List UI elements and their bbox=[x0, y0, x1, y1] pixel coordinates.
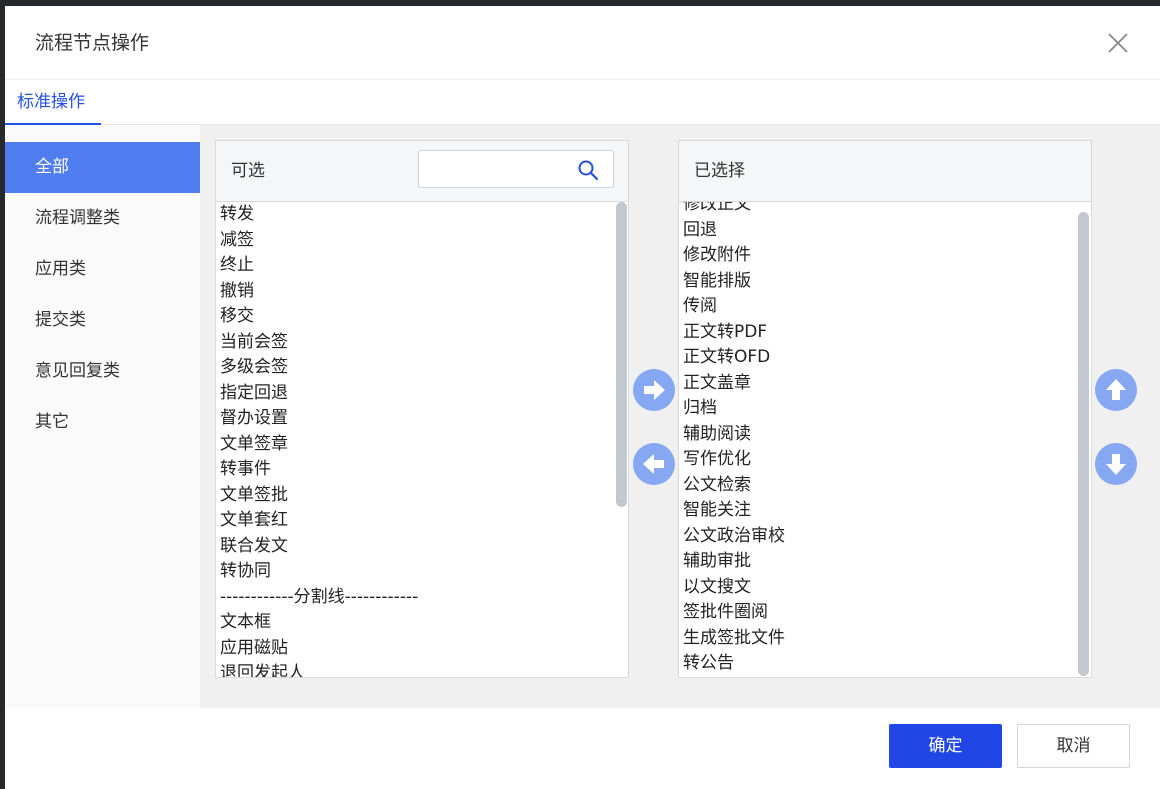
sidebar-item-application[interactable]: 应用类 bbox=[5, 244, 200, 295]
list-item[interactable]: 生成签批文件 bbox=[683, 626, 785, 652]
list-item[interactable]: 应用磁贴 bbox=[220, 636, 418, 662]
sidebar-item-other[interactable]: 其它 bbox=[5, 397, 200, 448]
sidebar-item-flow-adjust[interactable]: 流程调整类 bbox=[5, 193, 200, 244]
list-item[interactable]: 写作优化 bbox=[683, 447, 785, 473]
search-icon[interactable] bbox=[577, 159, 599, 181]
sidebar-item-all[interactable]: 全部 bbox=[5, 142, 200, 193]
selected-scrollbar[interactable] bbox=[1078, 212, 1089, 676]
list-item[interactable]: 签批件圈阅 bbox=[683, 600, 785, 626]
list-item[interactable]: 公文政治审校 bbox=[683, 524, 785, 550]
list-item[interactable]: 转发 bbox=[220, 202, 418, 228]
dialog-title: 流程节点操作 bbox=[35, 32, 150, 54]
tab-standard-operations[interactable]: 标准操作 bbox=[5, 80, 101, 125]
list-item[interactable]: 正文转OFD bbox=[683, 345, 785, 371]
available-panel-header: 可选 bbox=[216, 141, 628, 202]
category-sidebar: 全部 流程调整类 应用类 提交类 意见回复类 其它 bbox=[5, 125, 200, 708]
tab-label: 标准操作 bbox=[17, 92, 85, 112]
available-panel: 可选 转发 减签 终止 撤销 移交 当前会签 多级会签 指定回退 督办设置 文单签章 转事件 文单签批… bbox=[215, 140, 629, 678]
list-item[interactable]: ------------分割线------------ bbox=[220, 585, 418, 611]
list-item[interactable]: 当前会签 bbox=[220, 330, 418, 356]
list-item[interactable]: 联合发文 bbox=[220, 534, 418, 560]
dialog-footer: 确定 取消 bbox=[5, 708, 1160, 789]
selected-panel-header: 已选择 bbox=[679, 141, 1091, 202]
list-item[interactable]: 回退 bbox=[683, 218, 785, 244]
list-item[interactable]: 文单套红 bbox=[220, 508, 418, 534]
list-item[interactable]: 转协同 bbox=[220, 559, 418, 585]
selected-panel-title: 已选择 bbox=[694, 161, 745, 181]
list-item[interactable]: 指定回退 bbox=[220, 381, 418, 407]
move-up-button[interactable] bbox=[1095, 369, 1137, 411]
search-box bbox=[418, 150, 614, 188]
sidebar-item-submit[interactable]: 提交类 bbox=[5, 295, 200, 346]
search-input[interactable] bbox=[425, 155, 569, 185]
list-item[interactable]: 文单签章 bbox=[220, 432, 418, 458]
list-item[interactable]: 辅助阅读 bbox=[683, 422, 785, 448]
move-right-button[interactable] bbox=[633, 369, 675, 411]
list-item[interactable]: 文单签批 bbox=[220, 483, 418, 509]
list-item[interactable]: 移交 bbox=[220, 304, 418, 330]
cancel-button[interactable]: 取消 bbox=[1017, 724, 1130, 768]
move-down-button[interactable] bbox=[1095, 443, 1137, 485]
list-item[interactable]: 智能关注 bbox=[683, 498, 785, 524]
list-item[interactable]: 减签 bbox=[220, 228, 418, 254]
list-item[interactable]: 修改附件 bbox=[683, 243, 785, 269]
list-item[interactable]: 修改正文 bbox=[683, 202, 785, 218]
selected-list[interactable]: 修改正文 回退 修改附件 智能排版 传阅 正文转PDF 正文转OFD 正文盖章 归档 辅助阅读 写作… bbox=[679, 202, 1091, 677]
list-item[interactable]: 智能排版 bbox=[683, 269, 785, 295]
list-item[interactable]: 正文转PDF bbox=[683, 320, 785, 346]
list-item[interactable]: 终止 bbox=[220, 253, 418, 279]
tab-bar: 标准操作 bbox=[5, 80, 1160, 125]
dialog-body: 全部 流程调整类 应用类 提交类 意见回复类 其它 可选 转发 减签 终止 撤销 移交当… bbox=[5, 125, 1160, 708]
sidebar-item-opinion-reply[interactable]: 意见回复类 bbox=[5, 346, 200, 397]
list-item[interactable]: 正文盖章 bbox=[683, 371, 785, 397]
list-item[interactable]: 退回发起人 bbox=[220, 661, 418, 677]
move-left-button[interactable] bbox=[633, 443, 675, 485]
available-list[interactable]: 转发 减签 终止 撤销 移交 当前会签 多级会签 指定回退 督办设置 文单签章 转事件 文单签批 文单套… bbox=[216, 202, 628, 677]
selected-panel: 已选择 修改正文 回退 修改附件 智能排版 传阅 正文转PDF 正文转OFD 正文盖章 归档 辅助… bbox=[678, 140, 1092, 678]
list-item[interactable]: 转事件 bbox=[220, 457, 418, 483]
list-item[interactable]: 归档 bbox=[683, 396, 785, 422]
available-scrollbar[interactable] bbox=[616, 202, 627, 507]
list-item[interactable]: 撤销 bbox=[220, 279, 418, 305]
close-icon[interactable] bbox=[1106, 31, 1130, 55]
list-item[interactable]: 文本框 bbox=[220, 610, 418, 636]
list-item[interactable]: 转公告 bbox=[683, 651, 785, 677]
list-item[interactable]: 督办设置 bbox=[220, 406, 418, 432]
dialog-header: 流程节点操作 bbox=[5, 6, 1160, 80]
flow-node-dialog: 流程节点操作 标准操作 全部 流程调整类 应用类 提交类 意见回复类 其它 可选 bbox=[5, 6, 1160, 789]
list-item[interactable]: 以文搜文 bbox=[683, 575, 785, 601]
confirm-button[interactable]: 确定 bbox=[889, 724, 1002, 768]
list-item[interactable]: 多级会签 bbox=[220, 355, 418, 381]
available-panel-title: 可选 bbox=[231, 161, 265, 181]
list-item[interactable]: 辅助审批 bbox=[683, 549, 785, 575]
list-item[interactable]: 传阅 bbox=[683, 294, 785, 320]
list-item[interactable]: 公文检索 bbox=[683, 473, 785, 499]
